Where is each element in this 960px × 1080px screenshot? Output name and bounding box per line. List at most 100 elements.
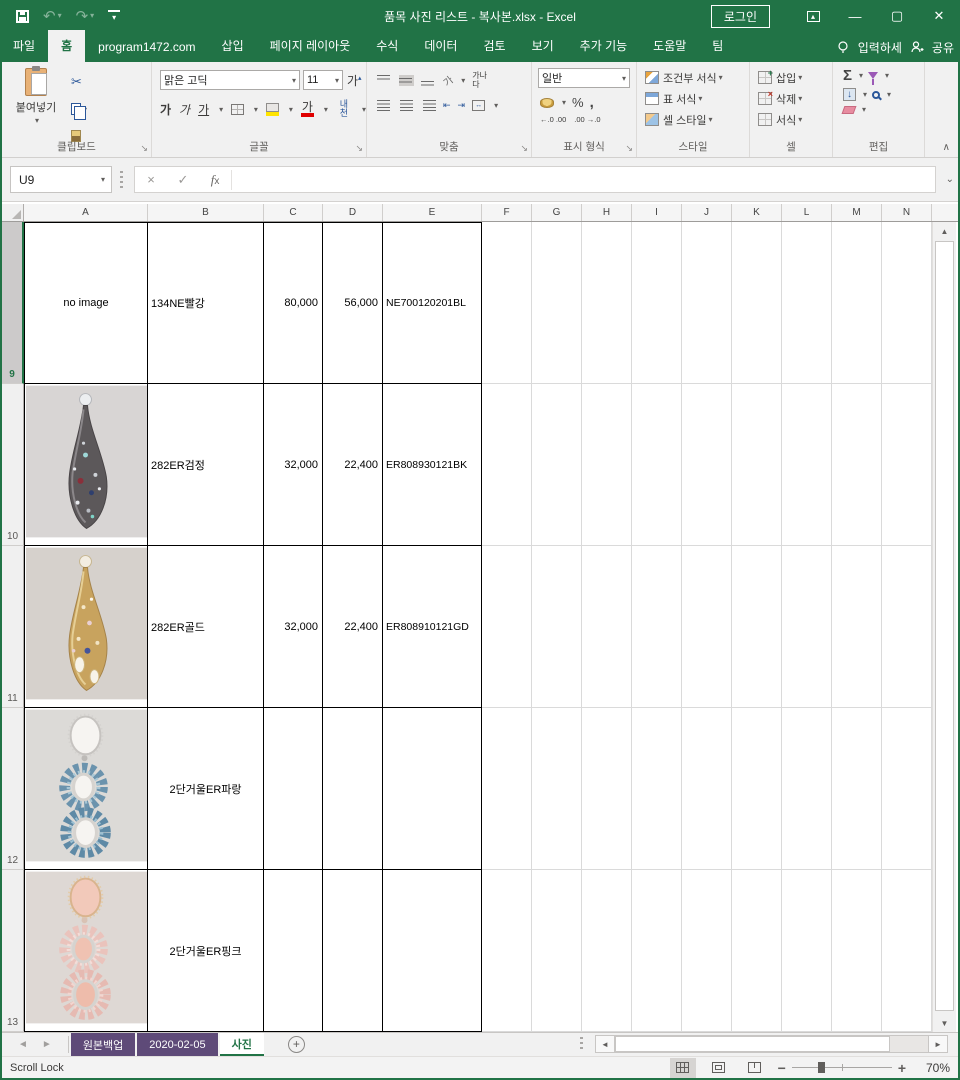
cell-empty[interactable]	[482, 222, 532, 384]
confirm-entry-icon[interactable]: ✓	[167, 172, 199, 188]
column-header-N[interactable]: N	[882, 204, 932, 221]
customize-qat-icon[interactable]: ▾	[108, 10, 120, 22]
tab-review[interactable]: 검토	[470, 30, 518, 62]
cell-empty[interactable]	[682, 546, 732, 708]
column-header-G[interactable]: G	[532, 204, 582, 221]
bottom-align-icon[interactable]	[421, 75, 436, 86]
find-select-icon[interactable]	[872, 91, 880, 99]
tab-help[interactable]: 도움말	[640, 30, 699, 62]
cell-item-name[interactable]: 2단거울ER파랑	[148, 708, 264, 870]
number-dialog-launcher-icon[interactable]: ↘	[625, 143, 633, 154]
tab-page-layout[interactable]: 페이지 레이아웃	[257, 30, 364, 62]
save-icon[interactable]	[16, 10, 29, 23]
cell-code[interactable]	[383, 708, 482, 870]
sheet-nav-left-icon[interactable]: ◄	[18, 1039, 28, 1050]
comma-style-button[interactable]: ,	[590, 94, 594, 111]
cell-empty[interactable]	[532, 870, 582, 1032]
zoom-slider-thumb[interactable]	[818, 1062, 825, 1073]
cell-empty[interactable]	[582, 384, 632, 546]
cell-code[interactable]: ER808910121GD	[383, 546, 482, 708]
cell-sale-price[interactable]: 22,400	[323, 384, 383, 546]
cell-empty[interactable]	[682, 870, 732, 1032]
format-cells-button[interactable]: 서식▾	[758, 109, 802, 130]
row-header-11[interactable]: 11	[2, 546, 24, 708]
sheet-tab-원본백업[interactable]: 원본백업	[71, 1033, 135, 1056]
zoom-slider[interactable]	[792, 1067, 892, 1068]
tab-view[interactable]: 보기	[519, 30, 567, 62]
cell-empty[interactable]	[882, 708, 932, 870]
phonetic-guide-button[interactable]: 내천	[336, 100, 352, 118]
cell-empty[interactable]	[882, 384, 932, 546]
formula-bar-handle[interactable]	[120, 171, 123, 189]
column-header-H[interactable]: H	[582, 204, 632, 221]
cell-empty[interactable]	[582, 708, 632, 870]
redo-icon[interactable]: ↷▾	[76, 9, 95, 24]
zoom-in-icon[interactable]: +	[898, 1060, 906, 1076]
sheet-nav-right-icon[interactable]: ►	[42, 1039, 52, 1050]
gunmetal-crystal-drop-earring-photo[interactable]	[26, 385, 147, 538]
clipboard-dialog-launcher-icon[interactable]: ↘	[140, 143, 148, 154]
cell-empty[interactable]	[632, 870, 682, 1032]
wrap-text-button[interactable]: 가나다	[472, 72, 490, 90]
cell-empty[interactable]	[782, 222, 832, 384]
cell-empty[interactable]	[882, 222, 932, 384]
autosum-button[interactable]: Σ	[843, 67, 852, 84]
column-header-L[interactable]: L	[782, 204, 832, 221]
column-header-F[interactable]: F	[482, 204, 532, 221]
tab-home[interactable]: 홈	[48, 30, 85, 62]
scroll-down-icon[interactable]: ▼	[933, 1014, 956, 1032]
horizontal-scrollbar[interactable]: ◄ ►	[580, 1035, 948, 1053]
tab-data[interactable]: 데이터	[411, 30, 470, 62]
cell-empty[interactable]	[482, 384, 532, 546]
cell-empty[interactable]	[532, 384, 582, 546]
zoom-out-icon[interactable]: −	[778, 1060, 786, 1076]
cell-empty[interactable]	[732, 384, 782, 546]
cell-empty[interactable]	[832, 708, 882, 870]
insert-cells-button[interactable]: +삽입▾	[758, 67, 802, 88]
column-header-D[interactable]: D	[323, 204, 383, 221]
font-name-combobox[interactable]: 맑은 고딕▾	[160, 70, 300, 90]
row-header-10[interactable]: 10	[2, 384, 24, 546]
normal-view-button[interactable]	[670, 1058, 696, 1078]
cell-empty[interactable]	[732, 222, 782, 384]
cell-empty[interactable]	[582, 546, 632, 708]
cell-empty[interactable]	[732, 546, 782, 708]
page-break-view-button[interactable]	[742, 1058, 768, 1078]
clear-icon[interactable]	[842, 106, 857, 114]
cell-empty[interactable]	[482, 708, 532, 870]
column-header-J[interactable]: J	[682, 204, 732, 221]
increase-indent-icon[interactable]: ⇥	[458, 100, 466, 111]
cell-photo[interactable]	[24, 708, 148, 870]
gold-crystal-drop-earring-photo[interactable]	[26, 547, 147, 700]
name-box[interactable]: U9▾	[10, 166, 112, 193]
cell-price[interactable]: 32,000	[264, 384, 323, 546]
decrease-decimal-button[interactable]: .00 →.0	[574, 115, 600, 124]
cell-photo[interactable]	[24, 870, 148, 1032]
new-sheet-icon[interactable]: +	[288, 1036, 305, 1053]
insert-function-icon[interactable]: fx	[199, 172, 231, 188]
cell-sale-price[interactable]	[323, 870, 383, 1032]
row-header-12[interactable]: 12	[2, 708, 24, 870]
scroll-right-icon[interactable]: ►	[928, 1035, 948, 1053]
cell-empty[interactable]	[482, 870, 532, 1032]
cell-empty[interactable]	[782, 708, 832, 870]
cell-price[interactable]	[264, 708, 323, 870]
login-button[interactable]: 로그인	[711, 5, 770, 28]
align-left-icon[interactable]	[377, 100, 392, 111]
cell-item-name[interactable]: 134NE빨강	[148, 222, 264, 384]
column-header-K[interactable]: K	[732, 204, 782, 221]
tab-split-handle[interactable]	[580, 1037, 583, 1051]
delete-cells-button[interactable]: ×삭제▾	[758, 88, 802, 109]
font-color-button[interactable]: 가	[301, 101, 314, 117]
cell-empty[interactable]	[632, 222, 682, 384]
cell-empty[interactable]	[832, 384, 882, 546]
cell-empty[interactable]	[632, 708, 682, 870]
select-all-corner[interactable]	[2, 204, 24, 221]
vertical-scrollbar[interactable]: ▲ ▼	[932, 222, 956, 1032]
tab-insert[interactable]: 삽입	[209, 30, 257, 62]
cut-button[interactable]: ✂	[68, 72, 85, 92]
ribbon-display-options-icon[interactable]: ▴	[792, 0, 834, 32]
column-header-A[interactable]: A	[24, 204, 148, 221]
number-format-combobox[interactable]: 일반▾	[538, 68, 630, 88]
collapse-ribbon-icon[interactable]: ∧	[943, 142, 950, 153]
